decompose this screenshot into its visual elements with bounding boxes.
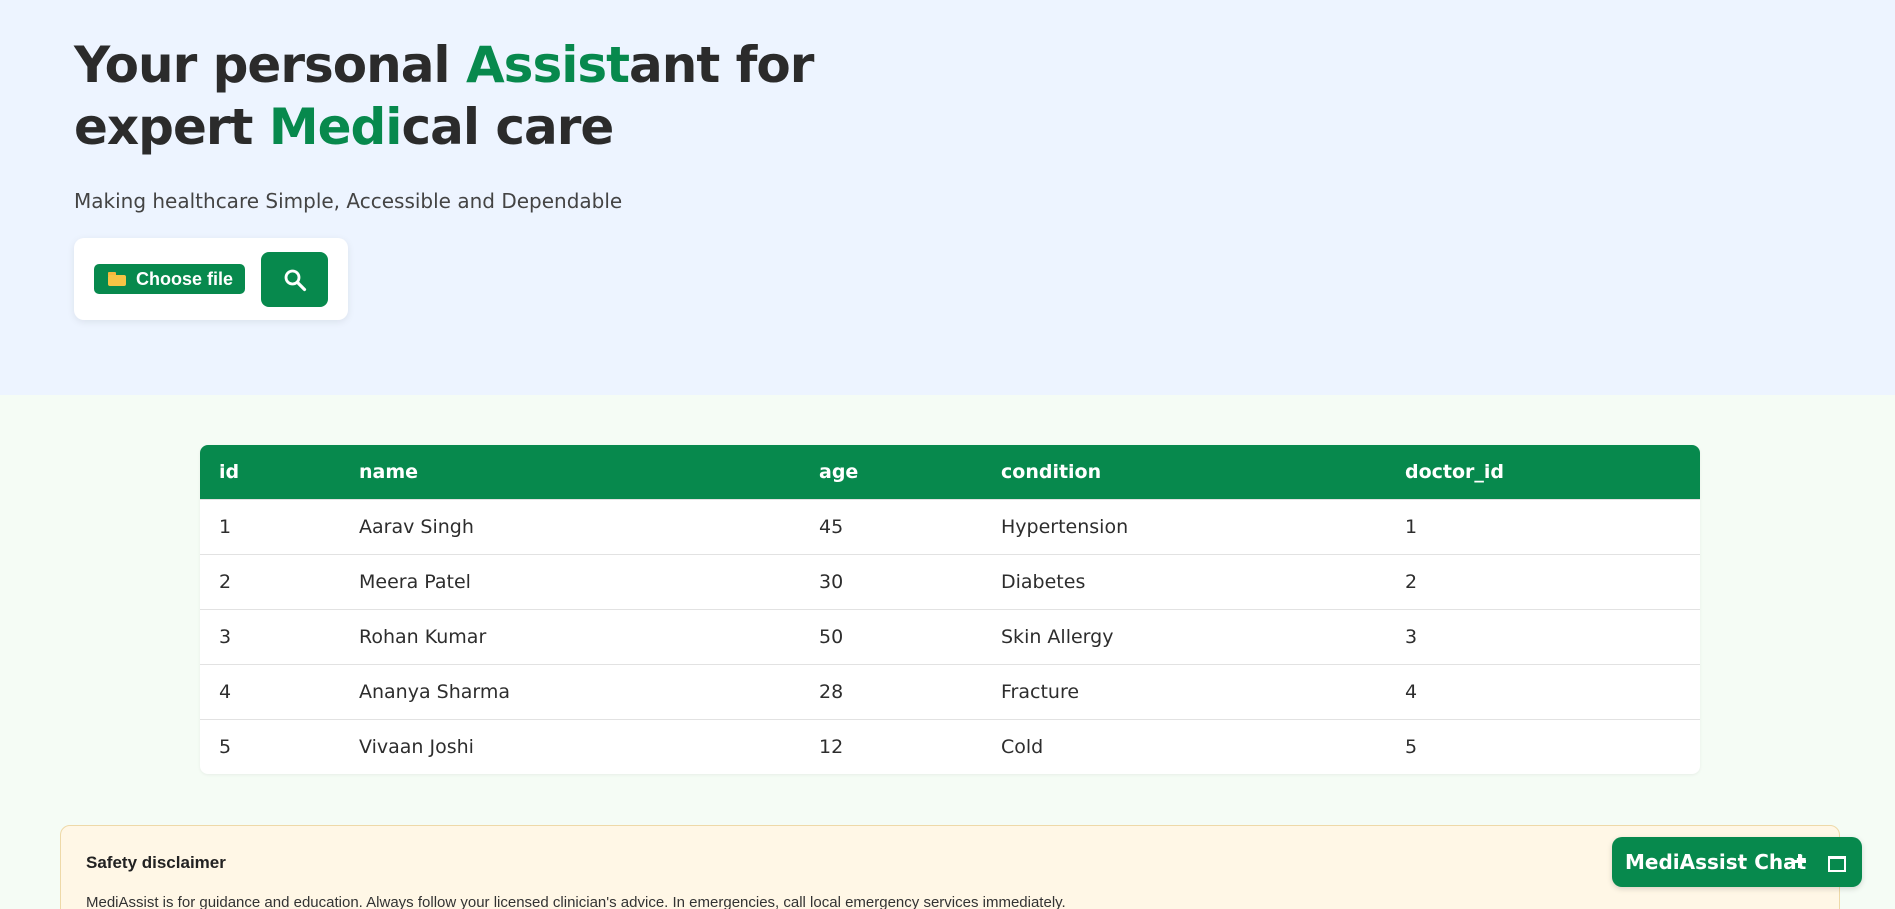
cell-name: Aarav Singh: [340, 498, 800, 554]
hero-title: Your personal Assistant for expert Medic…: [74, 34, 814, 158]
column-header-condition[interactable]: condition: [982, 445, 1386, 499]
table-row: 5 Vivaan Joshi 12 Cold 5: [200, 718, 1700, 774]
column-header-doctor-id[interactable]: doctor_id: [1386, 445, 1700, 499]
upload-card: Choose file: [74, 238, 348, 320]
cell-doctor-id: 3: [1386, 608, 1700, 664]
patients-table: id name age condition doctor_id 1 Aarav …: [200, 445, 1700, 774]
hero-title-text: ant for: [629, 36, 814, 94]
hero-section: Your personal Assistant for expert Medic…: [0, 0, 1895, 395]
cell-age: 28: [800, 663, 982, 719]
table-row: 1 Aarav Singh 45 Hypertension 1: [200, 498, 1700, 554]
cell-doctor-id: 4: [1386, 663, 1700, 719]
table-header-row: id name age condition doctor_id: [200, 445, 1700, 499]
choose-file-button[interactable]: Choose file: [94, 264, 246, 294]
safety-disclaimer: Safety disclaimer MediAssist is for guid…: [60, 825, 1840, 909]
cell-id: 5: [200, 718, 340, 774]
column-header-age[interactable]: age: [800, 445, 982, 499]
column-header-id[interactable]: id: [200, 445, 340, 499]
window-icon[interactable]: [1828, 856, 1846, 872]
disclaimer-title: Safety disclaimer: [86, 853, 226, 872]
cell-age: 50: [800, 608, 982, 664]
cell-doctor-id: 2: [1386, 553, 1700, 609]
table-row: 3 Rohan Kumar 50 Skin Allergy 3: [200, 608, 1700, 664]
chat-widget-toggle[interactable]: MediAssist Chat: [1612, 837, 1862, 887]
cell-id: 3: [200, 608, 340, 664]
hero-title-highlight: Assist: [465, 36, 630, 94]
cell-name: Meera Patel: [340, 553, 800, 609]
hero-title-text: cal care: [401, 98, 614, 156]
cell-id: 1: [200, 498, 340, 554]
cell-condition: Cold: [982, 718, 1386, 774]
cell-name: Vivaan Joshi: [340, 718, 800, 774]
cell-id: 2: [200, 553, 340, 609]
cell-id: 4: [200, 663, 340, 719]
cell-condition: Fracture: [982, 663, 1386, 719]
search-button[interactable]: [261, 252, 328, 307]
hero-title-text: Your personal: [74, 36, 466, 94]
search-icon: [284, 269, 306, 291]
table-row: 2 Meera Patel 30 Diabetes 2: [200, 553, 1700, 609]
column-header-name[interactable]: name: [340, 445, 800, 499]
hero-subtitle: Making healthcare Simple, Accessible and…: [74, 189, 623, 213]
cell-name: Rohan Kumar: [340, 608, 800, 664]
cell-doctor-id: 5: [1386, 718, 1700, 774]
hero-title-highlight: Medi: [268, 98, 403, 156]
cell-condition: Skin Allergy: [982, 608, 1386, 664]
table-row: 4 Ananya Sharma 28 Fracture 4: [200, 663, 1700, 719]
cell-age: 45: [800, 498, 982, 554]
cell-doctor-id: 1: [1386, 498, 1700, 554]
cell-age: 30: [800, 553, 982, 609]
plus-icon[interactable]: [1792, 854, 1806, 868]
disclaimer-text: MediAssist is for guidance and education…: [86, 894, 1066, 909]
folder-icon: [108, 272, 126, 286]
cell-name: Ananya Sharma: [340, 663, 800, 719]
cell-age: 12: [800, 718, 982, 774]
choose-file-label: Choose file: [136, 268, 234, 289]
chat-widget-label: MediAssist Chat: [1625, 850, 1807, 874]
cell-condition: Diabetes: [982, 553, 1386, 609]
cell-condition: Hypertension: [982, 498, 1386, 554]
hero-title-text: expert: [74, 98, 269, 156]
